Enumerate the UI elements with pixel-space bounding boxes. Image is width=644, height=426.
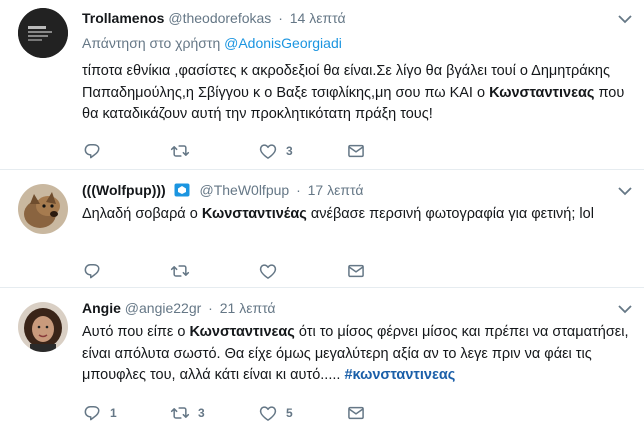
retweet-count: 3 bbox=[198, 406, 205, 420]
like-button[interactable]: 5 bbox=[258, 402, 293, 424]
envelope-icon bbox=[348, 264, 364, 278]
separator-dot: · bbox=[296, 182, 301, 198]
heart-icon bbox=[259, 406, 277, 421]
tweet-text: τίποτα εθνίκια ,φασίστες κ ακροδεξιοί θα… bbox=[82, 61, 630, 126]
heart-icon bbox=[259, 264, 277, 279]
separator-dot: · bbox=[278, 10, 283, 26]
user-handle[interactable]: @angie22gr bbox=[125, 300, 202, 316]
envelope-icon bbox=[348, 406, 364, 420]
retweet-button[interactable] bbox=[170, 260, 198, 282]
display-name[interactable]: Trollamenos bbox=[82, 10, 164, 26]
tweet-text-part: ανέβασε περσινή φωτογραφία για φετινή; l… bbox=[306, 206, 594, 222]
reply-context: Απάντηση στο χρήστη @AdonisGeorgiadi bbox=[82, 35, 342, 51]
avatar-trollamenos[interactable] bbox=[18, 8, 68, 58]
reply-button[interactable] bbox=[82, 140, 110, 162]
tweet-text: Δηλαδή σοβαρά ο Κωνσταντινέας ανέβασε πε… bbox=[82, 204, 630, 226]
tweet-text-part: Δηλαδή σοβαρά ο bbox=[82, 206, 202, 222]
tweet-1[interactable]: Trollamenos @theodorefokas · 14 λεπτά Απ… bbox=[0, 0, 644, 170]
separator-dot: · bbox=[208, 300, 213, 316]
user-handle[interactable]: @TheW0lfpup bbox=[199, 182, 289, 198]
reply-context-user-link[interactable]: @AdonisGeorgiadi bbox=[224, 35, 342, 51]
retweet-button[interactable]: 3 bbox=[170, 402, 205, 424]
timestamp[interactable]: 14 λεπτά bbox=[290, 10, 346, 26]
retweet-icon bbox=[170, 265, 190, 277]
reply-icon bbox=[84, 406, 100, 421]
user-handle[interactable]: @theodorefokas bbox=[168, 10, 271, 26]
verified-badge-icon bbox=[174, 183, 190, 197]
retweet-icon bbox=[170, 145, 190, 157]
tweet-header: Trollamenos @theodorefokas · 14 λεπτά bbox=[82, 10, 346, 26]
like-count: 5 bbox=[286, 406, 293, 420]
display-name[interactable]: (((Wolfpup))) bbox=[82, 182, 166, 198]
tweet-text-bold: Κωνσταντινεας bbox=[489, 84, 595, 101]
like-count: 3 bbox=[286, 144, 293, 158]
timestamp[interactable]: 17 λεπτά bbox=[308, 182, 364, 198]
chevron-down-icon[interactable] bbox=[618, 14, 632, 24]
timestamp[interactable]: 21 λεπτά bbox=[220, 300, 276, 316]
retweet-button[interactable] bbox=[170, 140, 198, 162]
direct-message-button[interactable] bbox=[346, 402, 366, 424]
tweet-text-bold: Κωνσταντινέας bbox=[201, 206, 307, 222]
direct-message-button[interactable] bbox=[346, 140, 366, 162]
tweet-3[interactable]: Angie @angie22gr · 21 λεπτά Αυτό που είπ… bbox=[0, 288, 644, 426]
tweet-actions: 1 3 5 bbox=[82, 402, 382, 424]
reply-button[interactable] bbox=[82, 260, 110, 282]
tweet-text-part: Αυτό που είπε ο bbox=[82, 324, 190, 340]
chevron-down-icon[interactable] bbox=[618, 304, 632, 314]
display-name[interactable]: Angie bbox=[82, 300, 121, 316]
tweet-2[interactable]: (((Wolfpup))) @TheW0lfpup · 17 λεπτά Δηλ… bbox=[0, 170, 644, 288]
chevron-down-icon[interactable] bbox=[618, 186, 632, 196]
tweet-header: Angie @angie22gr · 21 λεπτά bbox=[82, 300, 276, 316]
reply-context-prefix: Απάντηση στο χρήστη bbox=[82, 35, 221, 51]
direct-message-button[interactable] bbox=[346, 260, 366, 282]
heart-icon bbox=[259, 144, 277, 159]
reply-icon bbox=[84, 264, 100, 279]
avatar-angie[interactable] bbox=[18, 302, 68, 352]
hashtag-link[interactable]: #κωνσταντινεας bbox=[344, 367, 455, 383]
avatar-wolfpup[interactable] bbox=[18, 184, 68, 234]
tweet-actions bbox=[82, 260, 382, 282]
tweet-actions: 3 bbox=[82, 140, 382, 162]
tweet-text-bold: Κωνσταντινεας bbox=[189, 324, 295, 340]
envelope-icon bbox=[348, 144, 364, 158]
reply-count: 1 bbox=[110, 406, 117, 420]
like-button[interactable]: 3 bbox=[258, 140, 293, 162]
retweet-icon bbox=[170, 407, 190, 419]
tweet-header: (((Wolfpup))) @TheW0lfpup · 17 λεπτά bbox=[82, 182, 363, 198]
tweet-text: Αυτό που είπε ο Κωνσταντινεας ότι το μίσ… bbox=[82, 322, 630, 387]
reply-icon bbox=[84, 144, 100, 159]
reply-button[interactable]: 1 bbox=[82, 402, 117, 424]
like-button[interactable] bbox=[258, 260, 286, 282]
